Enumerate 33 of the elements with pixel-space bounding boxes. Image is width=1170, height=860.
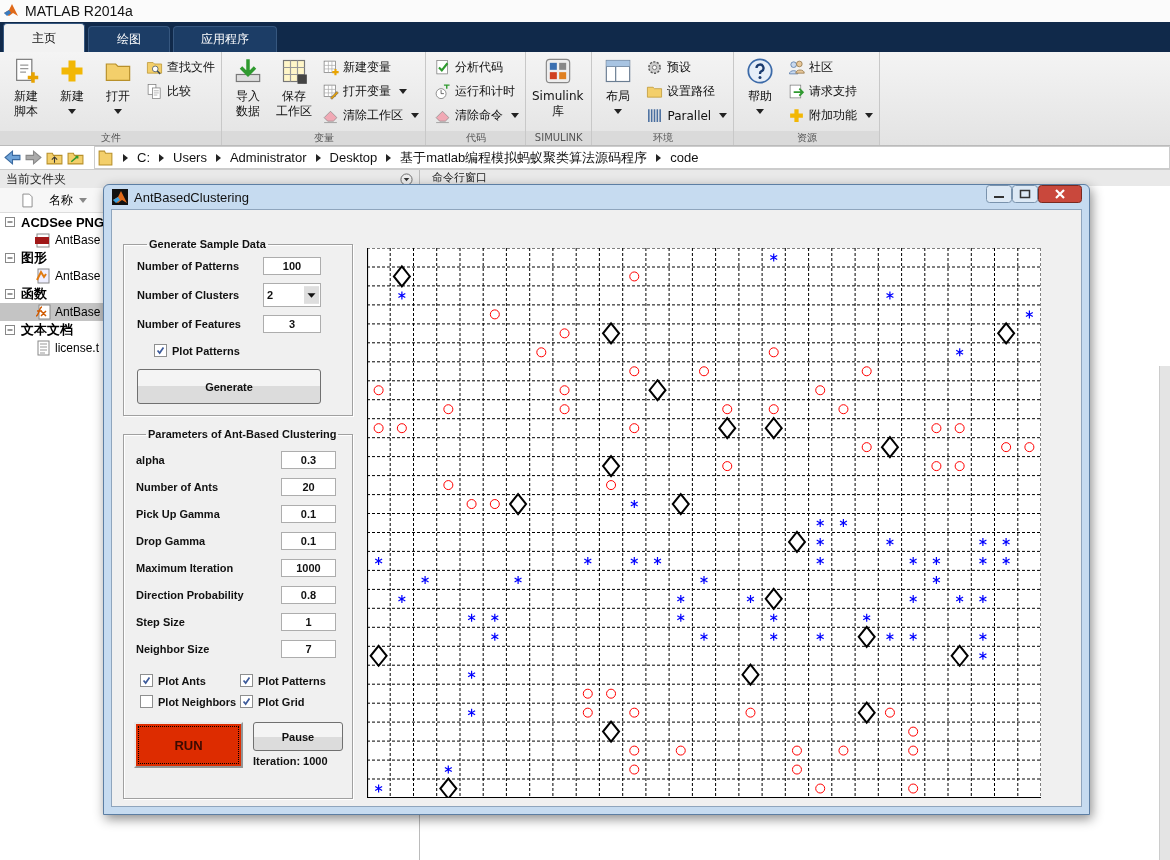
group-label: 环境 [592,131,734,145]
tree-group: ACDSee PNG [21,214,105,230]
panel-title: 当前文件夹 [6,170,66,188]
field-label: alpha [136,453,165,466]
field-label: Pick Up Gamma [136,507,220,520]
field-label: Direction Probability [136,588,244,601]
field-label: Number of Patterns [137,260,241,272]
tree-group: 图形 [21,249,47,267]
window-title: MATLAB R2014a [25,3,133,19]
group-title: Parameters of Ant-Based Clustering [147,428,338,440]
field-label: Number of Ants [136,480,219,493]
field-label: Drop Gamma [136,534,206,547]
field-label: Number of Clusters [137,289,241,301]
field-label: Step Size [136,615,185,628]
checkbox-label: Plot Ants [158,674,206,687]
checkbox-label: Plot Neighbors [158,695,237,708]
dialog-title: AntBasedClustering [134,189,250,205]
iteration-status: Iteration: 1000 [253,755,329,767]
group-title: Generate Sample Data [148,238,267,250]
group-label: 文件 [0,131,221,145]
field-label: Number of Features [137,318,242,330]
field-label: Maximum Iteration [136,561,234,574]
panel-title: 命令行窗口 [432,171,487,184]
checkbox-label: Plot Patterns [258,674,326,687]
group-label: 资源 [734,131,880,145]
group-label: 代码 [426,131,525,145]
field-label: Neighbor Size [136,642,210,655]
group-label: SIMULINK [526,131,592,145]
group-label: 变量 [222,131,425,145]
tree-group: 函数 [21,285,47,303]
checkbox-label: Plot Patterns [172,344,240,357]
checkbox-label: Plot Grid [258,695,305,708]
tree-group: 文本文档 [21,321,73,339]
